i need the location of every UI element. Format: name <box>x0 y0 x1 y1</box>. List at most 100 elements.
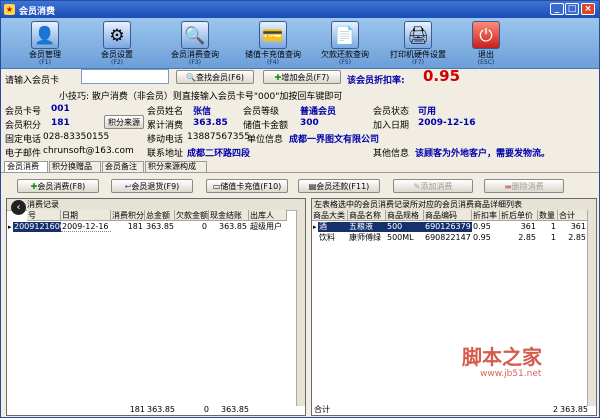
left-vertical-scrollbar[interactable] <box>296 210 305 406</box>
close-button[interactable]: × <box>581 3 595 15</box>
email-value: chrunsoft@163.com <box>43 146 134 156</box>
app-window: ★ 会员消费 _ □ × 👤 会员管理 (F1) ⚙ 会员设置 (F2) 🔍 会… <box>0 0 600 418</box>
col-discount[interactable]: 折扣率 <box>472 210 500 221</box>
col-category[interactable]: 商品大类 <box>312 210 348 221</box>
repay-button[interactable]: ▤会员还款(F11) <box>298 179 380 193</box>
cell-cash: 363.85 <box>219 222 247 231</box>
cell-sum: 2.85 <box>568 233 586 242</box>
col-record-no[interactable]: 号 <box>27 210 61 221</box>
cell-discount: 0.95 <box>473 233 491 242</box>
col-date[interactable]: 日期 <box>61 210 111 221</box>
col-unit-price[interactable]: 折后单价 <box>500 210 538 221</box>
recharge-query-key: (F4) <box>267 59 279 66</box>
level-value: 普通会员 <box>300 107 337 117</box>
unit-label: 单位信息 <box>247 135 284 145</box>
consume-records-panel: 消费记录 ‹ 号 日期 消费积分 总金额 欠款金额 现金结账 出库人 ▸ 200… <box>6 198 306 416</box>
col-qty[interactable]: 数量 <box>538 210 558 221</box>
cell-qty: 1 <box>550 233 556 242</box>
col-operator[interactable]: 出库人 <box>249 210 287 221</box>
search-icon: 🔍 <box>186 73 197 82</box>
find-member-button[interactable]: 🔍查找会员(F6) <box>176 70 254 84</box>
app-icon: ★ <box>4 4 15 15</box>
discount-label: 该会员折扣率: <box>347 76 405 86</box>
row-pointer-icon: ▸ <box>313 223 317 231</box>
recharge-query-button[interactable]: 💳 储值卡充值查询 (F4) <box>243 21 303 66</box>
cell-category: 饮料 <box>319 233 335 242</box>
footer-cash: 363.85 <box>221 405 249 414</box>
consume-query-key: (F3) <box>189 59 201 66</box>
tab-divider <box>1 172 599 173</box>
other-label: 其他信息 <box>373 149 410 159</box>
cell-spec: 500ML <box>387 233 414 242</box>
cell-points: 181 <box>127 222 143 231</box>
add-consume-button[interactable]: ✎添加消费 <box>393 179 473 193</box>
cell-debt: 0 <box>201 222 207 231</box>
printer-settings-label: 打印机硬件设置 <box>390 50 446 59</box>
col-total[interactable]: 总金额 <box>145 210 175 221</box>
card-number-input[interactable] <box>81 69 169 84</box>
member-manage-icon: 👤 <box>31 21 59 49</box>
col-points[interactable]: 消费积分 <box>111 210 145 221</box>
tab-points-gift[interactable]: 积分换赠品 <box>49 161 101 172</box>
cell-product-name: 康师傅绿 <box>349 233 381 242</box>
cell-total: 363.85 <box>146 222 174 231</box>
tab-consume[interactable]: 会员消费 <box>4 161 48 172</box>
recharge-button[interactable]: ▭储值卡充值(F10) <box>206 179 288 193</box>
address-value: 成都二环路四段 <box>187 149 251 159</box>
footer-debt: 0 <box>203 405 209 414</box>
member-settings-icon: ⚙ <box>103 21 131 49</box>
card-value: 001 <box>51 104 70 114</box>
phone-label: 固定电话 <box>5 135 42 145</box>
maximize-button[interactable]: □ <box>565 3 579 15</box>
repay-query-label: 欠款还款查询 <box>321 50 369 59</box>
table-row[interactable]: 饮料 康师傅绿 500ML 690822147 0.95 2.85 1 2.85 <box>312 233 588 243</box>
footer-sum: 363.85 <box>560 405 588 414</box>
consume-button[interactable]: ✚会员消费(F8) <box>17 179 99 193</box>
consume-query-icon: 🔍 <box>181 21 209 49</box>
cell-qty: 1 <box>550 222 556 231</box>
discount-value: 0.95 <box>423 67 461 85</box>
col-sum[interactable]: 合计 <box>558 210 588 221</box>
join-value: 2009-12-16 <box>418 118 476 128</box>
member-settings-button[interactable]: ⚙ 会员设置 (F2) <box>87 21 147 66</box>
back-arrow-icon[interactable]: ‹ <box>11 200 26 215</box>
consume-query-label: 会员消费查询 <box>171 50 219 59</box>
col-code[interactable]: 商品编码 <box>424 210 472 221</box>
printer-settings-key: (F7) <box>412 59 424 66</box>
printer-settings-button[interactable]: 🖨 打印机硬件设置 (F7) <box>388 21 448 66</box>
table-row[interactable]: ▸ 酒 五粮液 500 690126379 0.95 361 1 361 <box>312 222 588 232</box>
cell-date: 2009-12-16 <box>61 222 111 232</box>
member-manage-button[interactable]: 👤 会员管理 (F1) <box>15 21 75 66</box>
cell-unit-price: 2.85 <box>518 233 536 242</box>
cell-category: 酒 <box>318 222 348 232</box>
exit-key: (ESC) <box>477 59 495 66</box>
unit-value: 成都一界图文有限公司 <box>289 135 380 145</box>
col-spec[interactable]: 商品规格 <box>386 210 424 221</box>
tab-points-source[interactable]: 积分来源构成 <box>145 161 207 172</box>
tip-text: 小技巧: 散户消费（非会员）则直接输入会员卡号"000"加按回车键即可 <box>59 92 343 102</box>
repay-query-button[interactable]: 📄 欠款还款查询 (F5) <box>315 21 375 66</box>
consume-query-button[interactable]: 🔍 会员消费查询 (F3) <box>165 21 225 66</box>
exit-button[interactable]: ⏻ 退出 (ESC) <box>456 21 516 66</box>
title-bar[interactable]: ★ 会员消费 _ □ × <box>1 1 599 18</box>
minimize-button[interactable]: _ <box>550 3 564 15</box>
recharge-query-label: 储值卡充值查询 <box>245 50 301 59</box>
col-cash[interactable]: 现金结账 <box>209 210 249 221</box>
col-product-name[interactable]: 商品名称 <box>348 210 386 221</box>
window-title: 会员消费 <box>19 7 56 17</box>
return-button[interactable]: ↩会员退货(F9) <box>111 179 193 193</box>
delete-consume-button[interactable]: ▬删除消费 <box>484 179 564 193</box>
cell-operator: 超级用户 <box>250 222 282 231</box>
level-label: 会员等级 <box>243 107 280 117</box>
right-vertical-scrollbar[interactable] <box>587 210 596 406</box>
points-source-button[interactable]: 积分来源 <box>104 115 144 129</box>
member-settings-label: 会员设置 <box>101 50 133 59</box>
table-row[interactable]: ▸ 2009121600 2009-12-16 181 363.85 0 363… <box>7 222 297 232</box>
member-settings-key: (F2) <box>111 59 123 66</box>
tab-notes[interactable]: 会员备注 <box>102 161 144 172</box>
cell-record-no: 2009121600 <box>13 222 61 232</box>
add-member-button[interactable]: ✚增加会员(F7) <box>263 70 341 84</box>
col-debt[interactable]: 欠款金额 <box>175 210 209 221</box>
minus-icon: ▬ <box>504 182 512 191</box>
card-icon: 💳 <box>259 21 287 49</box>
